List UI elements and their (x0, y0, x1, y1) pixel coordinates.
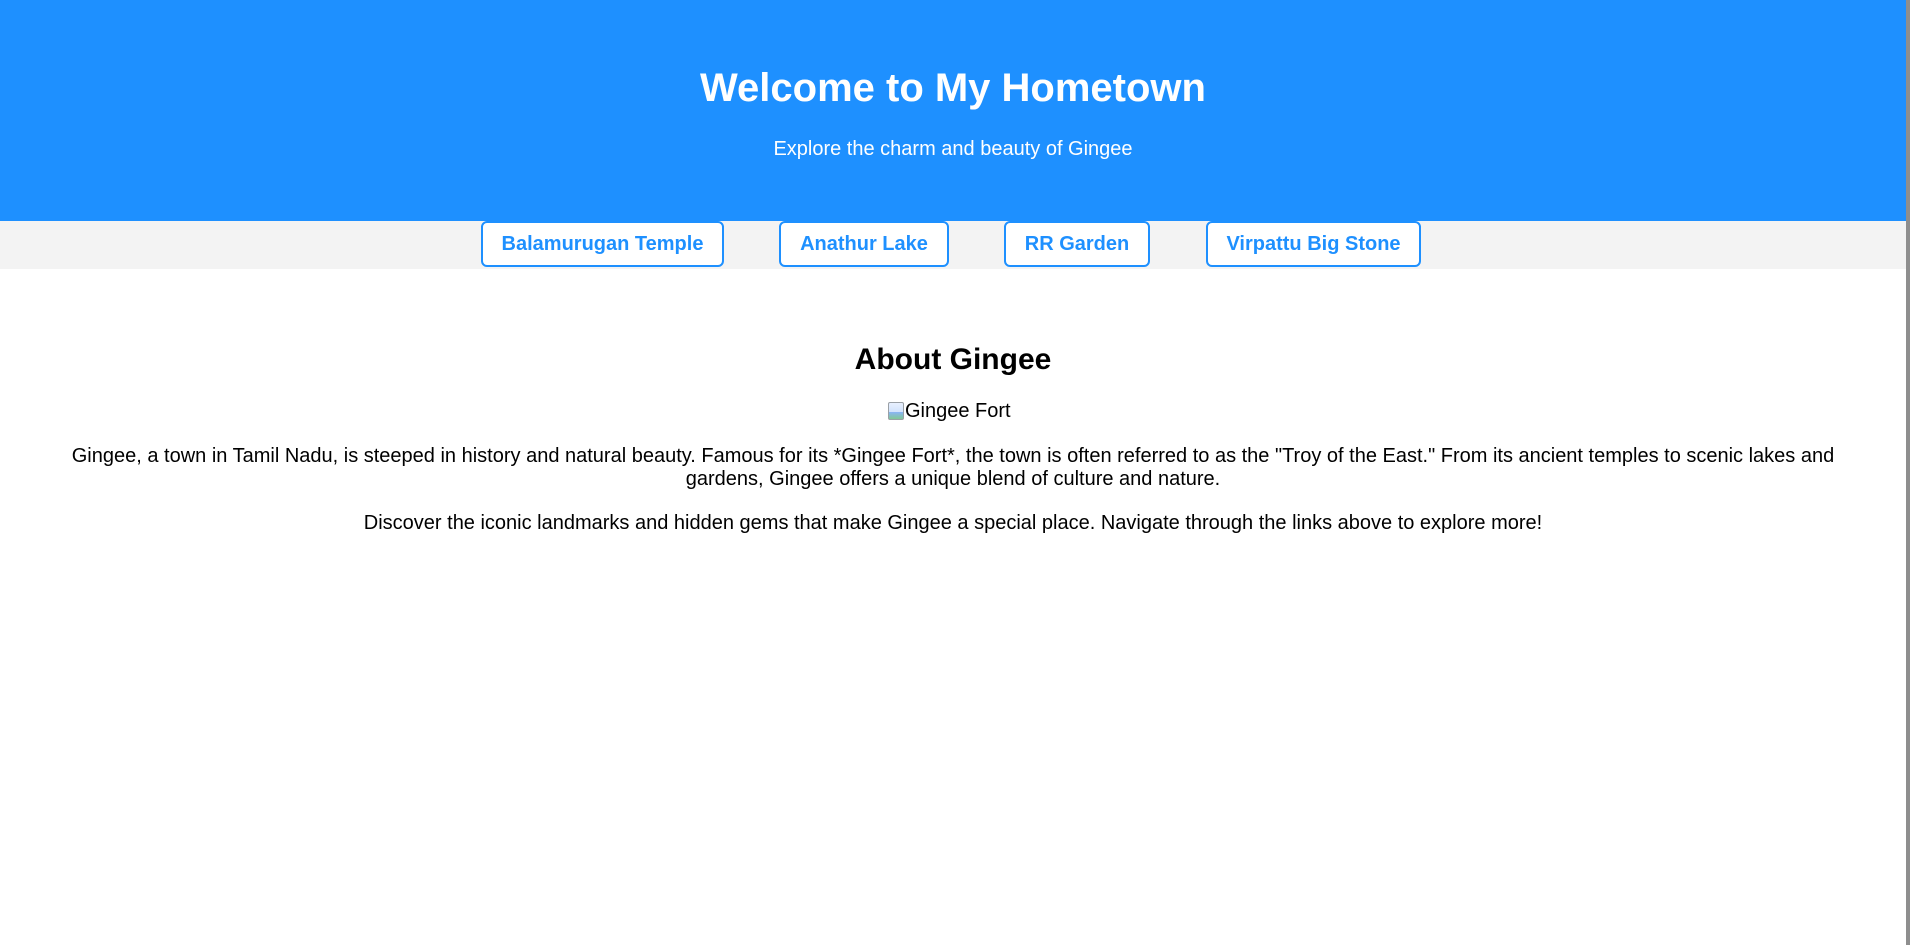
about-paragraph: Gingee, a town in Tamil Nadu, is steeped… (71, 445, 1835, 490)
page: Welcome to My Hometown Explore the charm… (0, 0, 1910, 945)
gingee-fort-image: Gingee Fort (888, 399, 1011, 423)
window-edge (1906, 0, 1910, 945)
page-subtitle: Explore the charm and beauty of Gingee (773, 138, 1133, 160)
nav-link-rr-garden[interactable]: RR Garden (1004, 221, 1150, 267)
nav-link-virpattu-big-stone[interactable]: Virpattu Big Stone (1206, 221, 1421, 267)
navigation-bar: Balamurugan Temple Anathur Lake RR Garde… (0, 221, 1906, 269)
nav-link-balamurugan-temple[interactable]: Balamurugan Temple (481, 221, 724, 267)
explore-paragraph: Discover the iconic landmarks and hidden… (363, 512, 1543, 534)
hero-header: Welcome to My Hometown Explore the charm… (0, 0, 1906, 221)
broken-image-icon (888, 402, 904, 420)
nav-link-anathur-lake[interactable]: Anathur Lake (779, 221, 949, 267)
image-alt-text: Gingee Fort (905, 400, 1011, 422)
section-heading: About Gingee (854, 343, 1052, 376)
page-title: Welcome to My Hometown (700, 66, 1206, 110)
